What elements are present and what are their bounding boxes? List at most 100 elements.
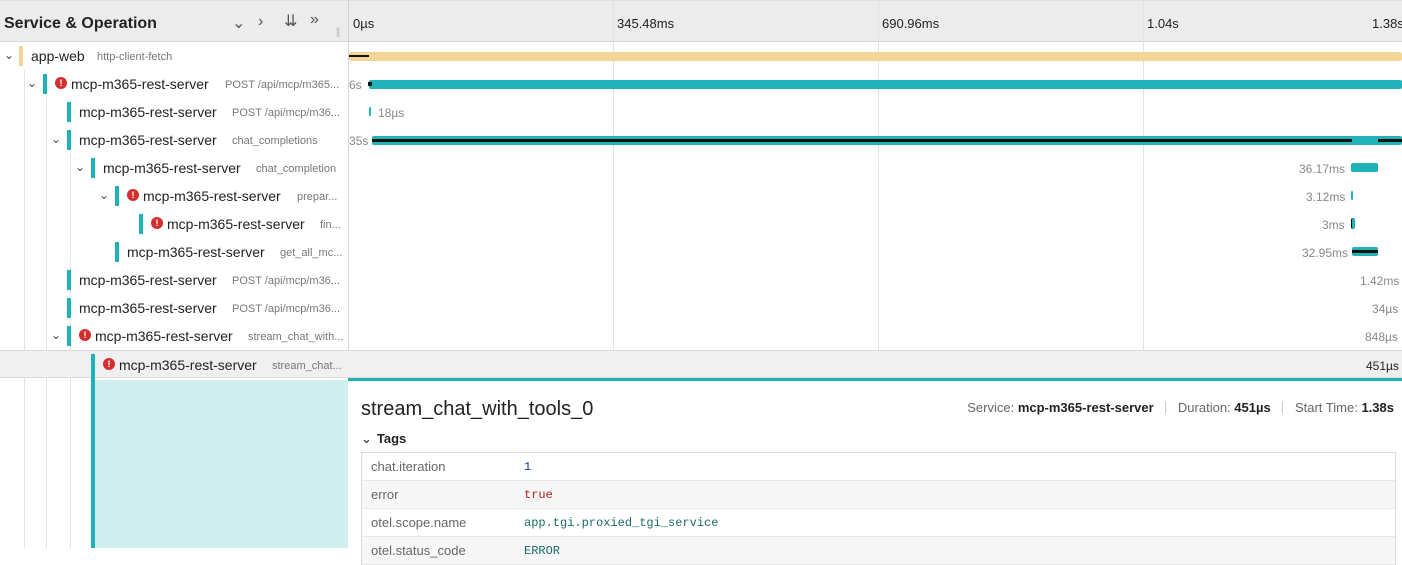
tick-label: 1.04s: [1147, 16, 1179, 31]
span-row[interactable]: ⌄ mcp-m365-rest-server chat_completions …: [0, 126, 1402, 154]
tag-row: otel.scope.name app.tgi.proxied_tgi_serv…: [362, 509, 1395, 537]
error-icon: !: [151, 217, 163, 229]
span-duration: 3ms: [1322, 218, 1345, 232]
tag-key: otel.status_code: [371, 543, 466, 558]
chevron-down-icon[interactable]: ⌄: [4, 48, 14, 62]
chevron-down-icon[interactable]: ⌄: [99, 188, 109, 202]
service-color-bar: [43, 74, 47, 94]
operation-name: chat_completion: [256, 163, 337, 175]
service-color-bar: [115, 242, 119, 262]
span-duration: 18µs: [378, 106, 405, 120]
operation-name: POST /api/mcp/m36...: [232, 275, 341, 287]
tags-label: Tags: [376, 431, 407, 446]
service-color-bar: [91, 354, 95, 380]
span-bar[interactable]: [1351, 163, 1378, 172]
tag-row: chat.iteration 1: [362, 453, 1395, 481]
resize-handle-icon[interactable]: ||: [336, 27, 340, 38]
service-color-bar: [19, 46, 23, 66]
expand-one-icon[interactable]: ›: [258, 13, 263, 31]
critical-path-line: [1352, 250, 1378, 253]
tag-key: chat.iteration: [371, 459, 446, 474]
service-color-bar: [67, 326, 71, 346]
service-color-bar: [67, 270, 71, 290]
span-bar[interactable]: [369, 80, 1402, 89]
tick-label: 1.38s: [1372, 16, 1402, 31]
expand-all-icon[interactable]: »: [310, 11, 319, 29]
service-name: mcp-m365-rest-server: [119, 357, 257, 373]
service-name: mcp-m365-rest-server: [71, 76, 209, 92]
span-row[interactable]: mcp-m365-rest-server get_all_mc... 32.95…: [0, 238, 1402, 266]
service-value: mcp-m365-rest-server: [1017, 400, 1154, 415]
tag-value[interactable]: app.tgi.proxied_tgi_service: [524, 516, 718, 530]
span-duration: 34µs: [1372, 302, 1399, 316]
service-name: mcp-m365-rest-server: [95, 328, 233, 344]
span-duration: 3.12ms: [1306, 190, 1346, 204]
service-color-bar: [115, 186, 119, 206]
span-row[interactable]: ⌄ ! mcp-m365-rest-server POST /api/mcp/m…: [0, 70, 1402, 98]
operation-name: fin...: [320, 219, 341, 231]
collapse-one-icon[interactable]: ⌄: [232, 13, 245, 33]
operation-name: POST /api/mcp/m36...: [232, 303, 341, 315]
timeline-header: Service & Operation ⌄ › ⇊ » || 0µs 345.4…: [0, 0, 1402, 43]
tag-value[interactable]: true: [524, 488, 553, 502]
service-color-bar: [67, 298, 71, 318]
service-name: mcp-m365-rest-server: [79, 272, 217, 288]
span-bar[interactable]: [1351, 191, 1353, 200]
error-icon: !: [127, 189, 139, 201]
operation-name: stream_chat_with...: [248, 331, 343, 343]
span-duration: 451µs: [1366, 359, 1399, 373]
operation-name: stream_chat...: [272, 360, 342, 372]
chevron-down-icon: ⌄: [361, 431, 372, 446]
tick-label: 345.48ms: [617, 16, 675, 31]
service-name: mcp-m365-rest-server: [79, 132, 217, 148]
service-name: mcp-m365-rest-server: [167, 216, 305, 232]
service-color-bar: [91, 158, 95, 178]
duration-label: Duration:: [1177, 400, 1231, 415]
span-duration: 6s: [349, 78, 362, 92]
span-title: stream_chat_with_tools_0: [361, 398, 594, 420]
chevron-down-icon[interactable]: ⌄: [51, 328, 61, 342]
tag-key: error: [371, 487, 399, 502]
span-bar[interactable]: [369, 107, 371, 116]
chevron-down-icon[interactable]: ⌄: [75, 160, 85, 174]
critical-path-line: [349, 55, 369, 57]
span-row[interactable]: ⌄ ! mcp-m365-rest-server prepar... 3.12m…: [0, 182, 1402, 210]
tick-label: 0µs: [353, 16, 375, 31]
operation-name: get_all_mc...: [280, 247, 343, 259]
span-row[interactable]: ⌄ ! mcp-m365-rest-server stream_chat_wit…: [0, 322, 1402, 350]
span-row[interactable]: ⌄ app-web http-client-fetch: [0, 42, 1402, 70]
span-row[interactable]: ⌄ mcp-m365-rest-server chat_completion 3…: [0, 154, 1402, 182]
collapse-all-icon[interactable]: ⇊: [284, 11, 297, 31]
tag-value[interactable]: ERROR: [524, 544, 560, 558]
divider: [1165, 401, 1167, 414]
span-row-selected[interactable]: ! mcp-m365-rest-server stream_chat... 45…: [0, 350, 1402, 380]
tag-value[interactable]: 1: [524, 460, 531, 474]
span-row[interactable]: mcp-m365-rest-server POST /api/mcp/m36..…: [0, 266, 1402, 294]
span-detail-panel: stream_chat_with_tools_0 Service: mcp-m3…: [348, 378, 1402, 565]
operation-name: http-client-fetch: [97, 51, 173, 63]
chevron-down-icon[interactable]: ⌄: [51, 132, 61, 146]
span-row[interactable]: mcp-m365-rest-server POST /api/mcp/m36..…: [0, 294, 1402, 322]
critical-path-line: [1378, 139, 1402, 142]
span-duration: 32.95ms: [1302, 246, 1349, 260]
service-color-bar: [67, 102, 71, 122]
span-row[interactable]: ! mcp-m365-rest-server fin... 3ms: [0, 210, 1402, 238]
span-duration: 1.42ms: [1360, 274, 1400, 288]
span-bar[interactable]: [349, 52, 1402, 61]
service-color-bar: [67, 130, 71, 150]
tick-label: 690.96ms: [882, 16, 940, 31]
operation-name: POST /api/mcp/m36...: [232, 107, 341, 119]
duration-value: 451µs: [1234, 400, 1271, 415]
service-name: mcp-m365-rest-server: [103, 160, 241, 176]
service-name: mcp-m365-rest-server: [79, 300, 217, 316]
span-bar[interactable]: [1351, 218, 1355, 229]
column-divider[interactable]: [348, 1, 349, 43]
operation-name: POST /api/mcp/m365...: [225, 79, 340, 91]
tag-row: error true: [362, 481, 1395, 509]
operation-name: prepar...: [297, 191, 338, 203]
span-row[interactable]: mcp-m365-rest-server POST /api/mcp/m36..…: [0, 98, 1402, 126]
tags-toggle[interactable]: ⌄ Tags: [361, 431, 406, 447]
service-name: mcp-m365-rest-server: [127, 244, 265, 260]
chevron-down-icon[interactable]: ⌄: [27, 76, 37, 90]
tags-table: chat.iteration 1 error true otel.scope.n…: [361, 452, 1396, 565]
